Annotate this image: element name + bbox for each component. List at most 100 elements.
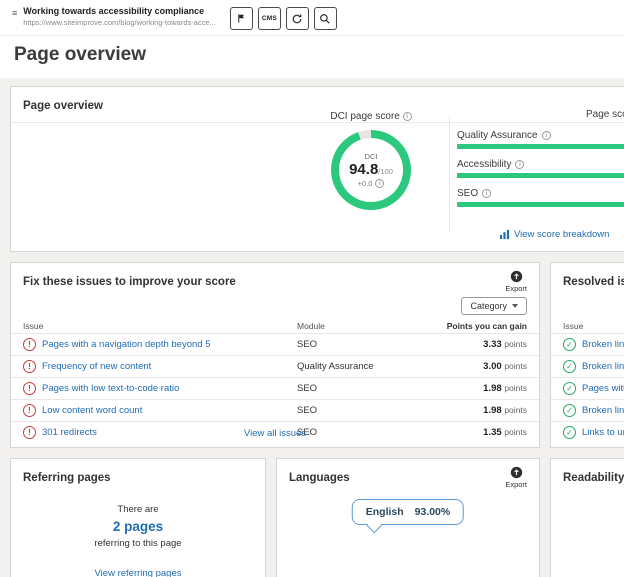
metric-quality-assurance: Quality Assurance i <box>457 130 624 149</box>
metric-bar-fill <box>457 173 624 178</box>
metric-bar-fill <box>457 202 624 207</box>
resolved-issue-link[interactable]: Pages with slow l <box>582 383 624 394</box>
category-dropdown-label: Category <box>470 301 507 311</box>
flag-button[interactable] <box>230 7 253 30</box>
export-icon <box>510 270 523 283</box>
issue-row: !Low content word count SEO 1.98 points <box>11 399 539 421</box>
export-button[interactable]: Export <box>505 270 527 293</box>
view-referring-pages-link[interactable]: View referring pages <box>95 568 182 577</box>
view-score-breakdown-link[interactable]: View score breakdown <box>499 229 609 240</box>
issue-module: Quality Assurance <box>297 361 415 372</box>
issue-row: !Pages with a navigation depth beyond 5 … <box>11 333 539 355</box>
resolved-issue-link[interactable]: Broken links on la <box>582 405 624 416</box>
issue-link[interactable]: Pages with low text-to-code ratio <box>42 383 179 394</box>
metric-bar-track <box>457 173 624 178</box>
error-icon: ! <box>23 338 36 351</box>
resolved-table-header: Issue <box>551 319 624 333</box>
bar-chart-icon <box>499 229 510 240</box>
page-score-details: Page score de Quality Assurance i Access… <box>457 109 624 207</box>
issue-points: 1.98 points <box>415 405 527 416</box>
issue-link[interactable]: Low content word count <box>42 405 142 416</box>
column-module: Module <box>297 321 415 331</box>
resolved-table: Issue ✓Broken links (ove ✓Broken links a… <box>551 319 624 443</box>
page-list-icon: ≡ <box>12 8 17 18</box>
metric-label-text: Quality Assurance <box>457 130 538 141</box>
resolved-issues-card: Resolved issues Issue ✓Broken links (ove… <box>550 262 624 448</box>
metric-label-text: Accessibility <box>457 159 511 170</box>
referring-line1: There are <box>11 504 265 515</box>
flag-icon <box>236 13 247 24</box>
card-title: Resolved issues <box>563 276 624 288</box>
error-icon: ! <box>23 360 36 373</box>
card-header: Readability <box>551 459 624 494</box>
referring-line2: referring to this page <box>11 538 265 549</box>
info-icon[interactable]: i <box>375 179 384 188</box>
resolved-row: ✓Broken links at pa <box>551 355 624 377</box>
info-icon[interactable]: i <box>403 112 412 121</box>
metric-label: Accessibility i <box>457 159 624 170</box>
check-icon: ✓ <box>563 404 576 417</box>
resolved-row: ✓Broken links (ove <box>551 333 624 355</box>
issue-module: SEO <box>297 405 415 416</box>
issue-module: SEO <box>297 339 415 350</box>
export-label: Export <box>505 480 527 489</box>
view-all-issues-link[interactable]: View all issues <box>244 428 306 439</box>
issue-link[interactable]: Pages with a navigation depth beyond 5 <box>42 339 211 350</box>
dci-score-delta: +0.0 i <box>358 179 385 188</box>
dci-score-block: DCI page score i DCI 94.8/100 +0.0 i <box>295 111 447 210</box>
page-title: Page overview <box>14 44 146 66</box>
search-icon <box>319 13 331 25</box>
resolved-row: ✓ Broken links on la <box>551 399 624 421</box>
category-dropdown[interactable]: Category <box>461 297 527 315</box>
resolved-issue-link[interactable]: Broken links at pa <box>582 361 624 372</box>
cms-button[interactable]: CMS <box>258 7 281 30</box>
info-icon[interactable]: i <box>482 189 491 198</box>
metric-bar-track <box>457 202 624 207</box>
resolved-issue-link[interactable]: Links to unsafe do <box>582 427 624 438</box>
card-header: Referring pages <box>11 459 265 494</box>
column-points: Points you can gain <box>415 321 527 331</box>
dci-score-label-text: DCI page score <box>330 111 399 122</box>
card-title: Page overview <box>23 100 103 112</box>
dci-gauge-caption: DCI <box>365 152 378 161</box>
card-title: Readability <box>563 472 624 484</box>
resolved-issue-link[interactable]: Broken links (ove <box>582 339 624 350</box>
view-score-breakdown-label: View score breakdown <box>514 229 609 240</box>
resolved-row: ✓ Pages with slow l <box>551 377 624 399</box>
referring-pages-card: Referring pages There are 2 pages referr… <box>10 458 266 577</box>
page-score-details-title: Page score de <box>457 109 624 120</box>
refresh-button[interactable] <box>286 7 309 30</box>
dci-score-value: 94.8/100 <box>349 161 393 179</box>
cms-label: CMS <box>262 15 277 22</box>
issue-link[interactable]: Frequency of new content <box>42 361 151 372</box>
issue-points: 3.00 points <box>415 361 527 372</box>
check-icon: ✓ <box>563 426 576 439</box>
search-button[interactable] <box>314 7 337 30</box>
referring-count-link[interactable]: 2 pages <box>11 519 265 534</box>
metric-label: SEO i <box>457 188 624 199</box>
issue-row: !Pages with low text-to-code ratio SEO 1… <box>11 377 539 399</box>
export-icon <box>510 466 523 479</box>
issue-points: 3.33 points <box>415 339 527 350</box>
card-header: Resolved issues <box>551 263 624 298</box>
dci-score-max: /100 <box>378 167 393 176</box>
card-title: Referring pages <box>23 472 111 484</box>
page-meta-url[interactable]: https://www.siteimprove.com/blog/working… <box>23 18 216 27</box>
info-icon[interactable]: i <box>515 160 524 169</box>
issue-module: SEO <box>297 383 415 394</box>
fix-issues-card: Fix these issues to improve your score E… <box>10 262 540 448</box>
chevron-down-icon <box>512 304 518 308</box>
metric-bar-fill <box>457 144 624 149</box>
page-overview-card: Page overview DCI page score i DCI 94.8/… <box>10 86 624 252</box>
vertical-divider <box>449 117 450 233</box>
card-header: Fix these issues to improve your score <box>11 263 539 298</box>
refresh-icon <box>291 13 303 25</box>
page-toolbar: CMS <box>230 7 337 30</box>
export-button[interactable]: Export <box>505 466 527 489</box>
referring-summary: There are 2 pages referring to this page <box>11 504 265 549</box>
info-icon[interactable]: i <box>542 131 551 140</box>
metric-label: Quality Assurance i <box>457 130 624 141</box>
issue-row: ! Frequency of new content Quality Assura… <box>11 355 539 377</box>
check-icon: ✓ <box>563 382 576 395</box>
card-title: Fix these issues to improve your score <box>23 276 236 288</box>
